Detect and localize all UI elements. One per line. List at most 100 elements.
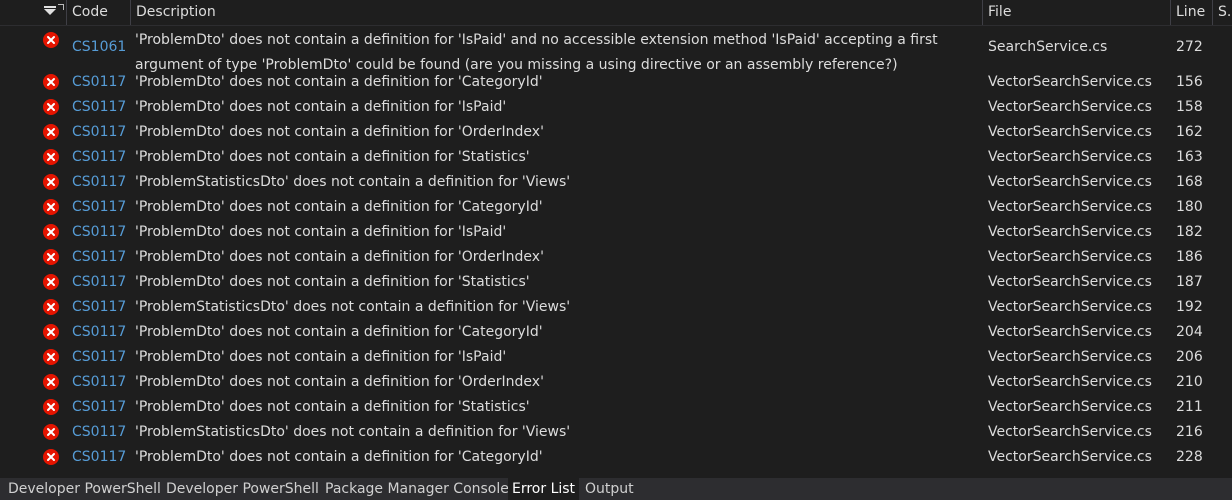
column-header-line[interactable]: Line (1170, 0, 1212, 25)
tab-output[interactable]: Output (581, 478, 638, 500)
sort-dropdown-icon (44, 6, 56, 15)
error-code-link[interactable]: CS0117 (72, 370, 126, 395)
error-row[interactable]: CS0117 'ProblemDto' does not contain a de… (0, 145, 1232, 170)
error-file: VectorSearchService.cs (988, 374, 1152, 390)
error-row[interactable]: CS0117 'ProblemDto' does not contain a de… (0, 445, 1232, 470)
error-line: 272 (1176, 39, 1203, 55)
error-row[interactable]: CS0117 'ProblemDto' does not contain a de… (0, 245, 1232, 270)
error-code-link[interactable]: CS0117 (72, 270, 126, 295)
error-code-link[interactable]: CS0117 (72, 120, 126, 145)
error-code-link[interactable]: CS0117 (72, 70, 126, 95)
error-description: 'ProblemDto' does not contain a definiti… (135, 349, 507, 365)
error-line: 206 (1176, 349, 1203, 365)
tab-developer-powershell[interactable]: Developer PowerShell (4, 478, 165, 500)
error-row[interactable]: CS0117 'ProblemStatisticsDto' does not co… (0, 170, 1232, 195)
error-icon (43, 99, 59, 115)
error-row[interactable]: CS1061 'ProblemDto' does not contain a de… (0, 26, 1232, 73)
error-line: 192 (1176, 299, 1203, 315)
error-code-link[interactable]: CS0117 (72, 220, 126, 245)
error-line: 228 (1176, 449, 1203, 465)
error-icon (43, 74, 59, 90)
error-file: VectorSearchService.cs (988, 99, 1152, 115)
error-icon (43, 349, 59, 365)
error-description: 'ProblemDto' does not contain a definiti… (135, 249, 544, 265)
error-file: VectorSearchService.cs (988, 349, 1152, 365)
error-description: 'ProblemDto' does not contain a definiti… (135, 199, 543, 215)
error-code-link[interactable]: CS0117 (72, 95, 126, 120)
error-code-link[interactable]: CS0117 (72, 195, 126, 220)
error-description: 'ProblemDto' does not contain a definiti… (135, 324, 543, 340)
error-list-header: Code Description File Line S... (0, 0, 1232, 26)
error-icon (43, 124, 59, 140)
error-file: VectorSearchService.cs (988, 424, 1152, 440)
error-description: 'ProblemStatisticsDto' does not contain … (135, 424, 571, 440)
error-code-link[interactable]: CS0117 (72, 445, 126, 470)
error-code-link[interactable]: CS1061 (72, 37, 126, 57)
tab-developer-powershell[interactable]: Developer PowerShell (162, 478, 323, 500)
error-row[interactable]: CS0117 'ProblemDto' does not contain a de… (0, 70, 1232, 95)
error-code-link[interactable]: CS0117 (72, 320, 126, 345)
error-file: VectorSearchService.cs (988, 249, 1152, 265)
error-file: SearchService.cs (988, 39, 1108, 55)
error-icon (43, 199, 59, 215)
error-file: VectorSearchService.cs (988, 324, 1152, 340)
tab-package-manager-console[interactable]: Package Manager Console (321, 478, 513, 500)
error-line: 216 (1176, 424, 1203, 440)
column-header-suppression[interactable]: S... (1212, 0, 1232, 25)
error-icon (43, 424, 59, 440)
error-code-link[interactable]: CS0117 (72, 420, 126, 445)
error-icon (43, 449, 59, 465)
error-code-link[interactable]: CS0117 (72, 170, 126, 195)
error-code-link[interactable]: CS0117 (72, 395, 126, 420)
error-line: 180 (1176, 199, 1203, 215)
error-line: 186 (1176, 249, 1203, 265)
error-file: VectorSearchService.cs (988, 149, 1152, 165)
error-row[interactable]: CS0117 'ProblemDto' does not contain a de… (0, 320, 1232, 345)
error-list-panel: Code Description File Line S... CS1061 'P… (0, 0, 1232, 500)
error-row[interactable]: CS0117 'ProblemDto' does not contain a de… (0, 220, 1232, 245)
error-description: 'ProblemDto' does not contain a definiti… (135, 74, 543, 90)
error-code-link[interactable]: CS0117 (72, 145, 126, 170)
error-description: 'ProblemDto' does not contain a definiti… (135, 399, 530, 415)
column-header-file[interactable]: File (982, 0, 1170, 25)
column-header-code[interactable]: Code (66, 0, 130, 25)
error-line: 211 (1176, 399, 1203, 415)
tab-error-list[interactable]: Error List (508, 478, 580, 500)
error-line: 187 (1176, 274, 1203, 290)
error-description: 'ProblemDto' does not contain a definiti… (135, 449, 543, 465)
error-icon (43, 249, 59, 265)
error-description: 'ProblemDto' does not contain a definiti… (135, 124, 544, 140)
column-header-description[interactable]: Description (130, 0, 982, 25)
error-line: 210 (1176, 374, 1203, 390)
error-icon (43, 32, 59, 48)
error-description: 'ProblemDto' does not contain a definiti… (135, 374, 544, 390)
error-line: 182 (1176, 224, 1203, 240)
error-row[interactable]: CS0117 'ProblemStatisticsDto' does not co… (0, 420, 1232, 445)
error-icon (43, 374, 59, 390)
error-line: 156 (1176, 74, 1203, 90)
error-description: 'ProblemStatisticsDto' does not contain … (135, 174, 571, 190)
error-code-link[interactable]: CS0117 (72, 345, 126, 370)
error-code-link[interactable]: CS0117 (72, 295, 126, 320)
error-row[interactable]: CS0117 'ProblemDto' does not contain a de… (0, 370, 1232, 395)
error-icon (43, 224, 59, 240)
error-description: 'ProblemDto' does not contain a definiti… (135, 149, 530, 165)
error-description: 'ProblemDto' does not contain a definiti… (135, 274, 530, 290)
error-icon (43, 324, 59, 340)
error-row[interactable]: CS0117 'ProblemDto' does not contain a de… (0, 345, 1232, 370)
error-row[interactable]: CS0117 'ProblemDto' does not contain a de… (0, 270, 1232, 295)
error-icon (43, 299, 59, 315)
error-row[interactable]: CS0117 'ProblemDto' does not contain a de… (0, 120, 1232, 145)
error-code-link[interactable]: CS0117 (72, 245, 126, 270)
error-file: VectorSearchService.cs (988, 124, 1152, 140)
sort-dropdown[interactable] (36, 0, 66, 25)
error-file: VectorSearchService.cs (988, 174, 1152, 190)
error-line: 168 (1176, 174, 1203, 190)
error-file: VectorSearchService.cs (988, 199, 1152, 215)
error-icon (43, 149, 59, 165)
error-row[interactable]: CS0117 'ProblemStatisticsDto' does not co… (0, 295, 1232, 320)
error-row[interactable]: CS0117 'ProblemDto' does not contain a de… (0, 195, 1232, 220)
error-row[interactable]: CS0117 'ProblemDto' does not contain a de… (0, 95, 1232, 120)
error-row[interactable]: CS0117 'ProblemDto' does not contain a de… (0, 395, 1232, 420)
tool-window-tabs: Developer PowerShell Developer PowerShell… (0, 478, 1232, 500)
